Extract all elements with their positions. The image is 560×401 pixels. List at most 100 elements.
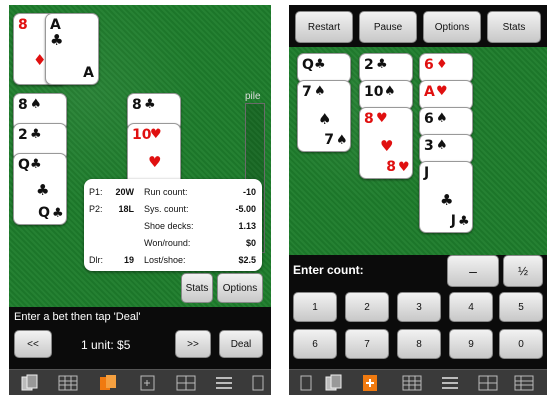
p1-label: P1: xyxy=(89,187,103,197)
grid-icon[interactable] xyxy=(57,374,79,392)
card-rank: 10 xyxy=(364,84,384,100)
stats-button[interactable]: Stats xyxy=(487,11,541,43)
card-suit: ♠ xyxy=(314,84,326,99)
card-suit-center: ♥ xyxy=(148,153,162,171)
dealer-card: A ♣ A xyxy=(45,13,99,85)
grid-icon[interactable] xyxy=(401,374,423,392)
card-suit: ♠ xyxy=(436,138,448,153)
bet-amount: 1 unit: $5 xyxy=(81,338,131,352)
card-suit: ♥ xyxy=(376,111,388,126)
keypad-1[interactable]: 1 xyxy=(293,292,337,322)
hand-icon[interactable] xyxy=(247,374,269,392)
decrease-bet-button[interactable]: << xyxy=(14,330,52,358)
keypad-5[interactable]: 5 xyxy=(499,292,543,322)
card-rank: 7 xyxy=(302,84,312,100)
list-icon[interactable] xyxy=(439,374,461,392)
restart-button[interactable]: Restart xyxy=(295,11,353,43)
keypad-6[interactable]: 6 xyxy=(293,329,337,359)
keypad-7[interactable]: 7 xyxy=(345,329,389,359)
options-button[interactable]: Options xyxy=(423,11,481,43)
card-suit: ♣ xyxy=(144,97,156,112)
card-rank: Q xyxy=(302,57,314,73)
list-icon[interactable] xyxy=(213,374,235,392)
p2-label: P2: xyxy=(89,204,103,214)
keypad-8[interactable]: 8 xyxy=(397,329,441,359)
card-rank: 10 xyxy=(132,127,152,143)
stats-grid-icon[interactable] xyxy=(513,374,535,392)
keypad-3[interactable]: 3 xyxy=(397,292,441,322)
card-rank: 6 xyxy=(424,57,434,73)
cards-icon[interactable] xyxy=(323,374,345,392)
bottom-toolbar xyxy=(9,369,271,395)
card-suit: ♥ xyxy=(150,127,162,142)
keypad-2[interactable]: 2 xyxy=(345,292,389,322)
deck-icon[interactable] xyxy=(137,374,159,392)
card-suit-bottom: ♣ xyxy=(52,206,64,221)
column3-card: 3 ♠ xyxy=(419,134,473,164)
keypad-4[interactable]: 4 xyxy=(449,292,493,322)
hand-icon[interactable] xyxy=(295,374,317,392)
card-suit: ♣ xyxy=(376,57,388,72)
card-suit: ♠ xyxy=(384,84,396,99)
column3-card: A ♥ xyxy=(419,80,473,110)
card-suit-center: ♣ xyxy=(440,191,454,209)
won-round-label: Won/round: xyxy=(144,238,191,248)
counting-drill-screen: Restart Pause Options Stats Q ♣ 7 ♠ ♠ 7 … xyxy=(289,5,547,395)
p1-value: 20W xyxy=(115,187,134,197)
count-prompt: Enter count: xyxy=(293,263,364,277)
column1-card: Q ♣ xyxy=(297,53,351,83)
p2-value: 18L xyxy=(118,204,134,214)
column2-card: 2 ♣ xyxy=(359,53,413,83)
keypad-9[interactable]: 9 xyxy=(449,329,493,359)
half-button[interactable]: ½ xyxy=(503,255,543,287)
deal-button[interactable]: Deal xyxy=(219,330,263,358)
bet-prompt: Enter a bet then tap 'Deal' xyxy=(14,311,141,323)
stats-button[interactable]: Stats xyxy=(181,273,213,303)
active-deck-icon[interactable] xyxy=(359,374,381,392)
sys-count-label: Sys. count: xyxy=(144,204,189,214)
card-rank-bottom: A xyxy=(83,65,94,81)
card-suit-center: ♠ xyxy=(318,110,332,128)
table-icon[interactable] xyxy=(175,374,197,392)
run-count-value: -10 xyxy=(242,187,256,197)
run-count-label: Run count: xyxy=(144,187,188,197)
card-suit: ♣ xyxy=(30,157,42,172)
active-cards-icon[interactable] xyxy=(97,374,119,392)
table-icon[interactable] xyxy=(477,374,499,392)
card-suit-bottom: ♠ xyxy=(336,133,348,148)
card-suit: ♣ xyxy=(50,31,64,49)
card-rank: 3 xyxy=(424,138,434,154)
card-rank-bottom: 8 xyxy=(386,159,396,175)
lost-shoe-label: Lost/shoe: xyxy=(144,255,186,265)
dlr-value: 19 xyxy=(123,255,134,265)
column2-card: 10 ♠ xyxy=(359,80,413,110)
card-suit: ♠ xyxy=(436,111,448,126)
increase-bet-button[interactable]: >> xyxy=(175,330,211,358)
column1-card: 7 ♠ ♠ 7 ♠ xyxy=(297,80,351,152)
card-suit-center: ♣ xyxy=(36,181,50,199)
card-suit-center: ♥ xyxy=(380,137,394,155)
keypad-0[interactable]: 0 xyxy=(499,329,543,359)
card-suit: ♠ xyxy=(30,97,42,112)
card-rank: 2 xyxy=(18,127,28,143)
card-suit-bottom: ♣ xyxy=(458,214,470,229)
dlr-label: Dlr: xyxy=(89,255,103,265)
card-suit: ♦ xyxy=(436,57,448,72)
minus-button[interactable]: – xyxy=(447,255,499,287)
column3-card: 6 ♠ xyxy=(419,107,473,137)
lost-shoe-value: $2.5 xyxy=(238,255,256,265)
card-rank: 6 xyxy=(424,111,434,127)
card-rank: Q xyxy=(18,157,30,173)
card-rank: 2 xyxy=(364,57,374,73)
shoe-decks-label: Shoe decks: xyxy=(144,221,194,231)
pause-button[interactable]: Pause xyxy=(359,11,417,43)
card-rank: 8 xyxy=(18,17,28,33)
cards-icon[interactable] xyxy=(19,374,41,392)
pile-label: pile xyxy=(245,91,261,102)
column3-card: 6 ♦ xyxy=(419,53,473,83)
blackjack-screen: 8 ♦ 8 A ♣ A 8 ♠ 2 ♣ Q ♣ ♣ Q ♣ 8 ♣ 10 ♥ ♥… xyxy=(9,5,271,395)
hand1-card: Q ♣ ♣ Q ♣ xyxy=(13,153,67,225)
sys-count-value: -5.00 xyxy=(235,204,256,214)
card-rank-bottom: 7 xyxy=(324,132,334,148)
options-button[interactable]: Options xyxy=(217,273,263,303)
